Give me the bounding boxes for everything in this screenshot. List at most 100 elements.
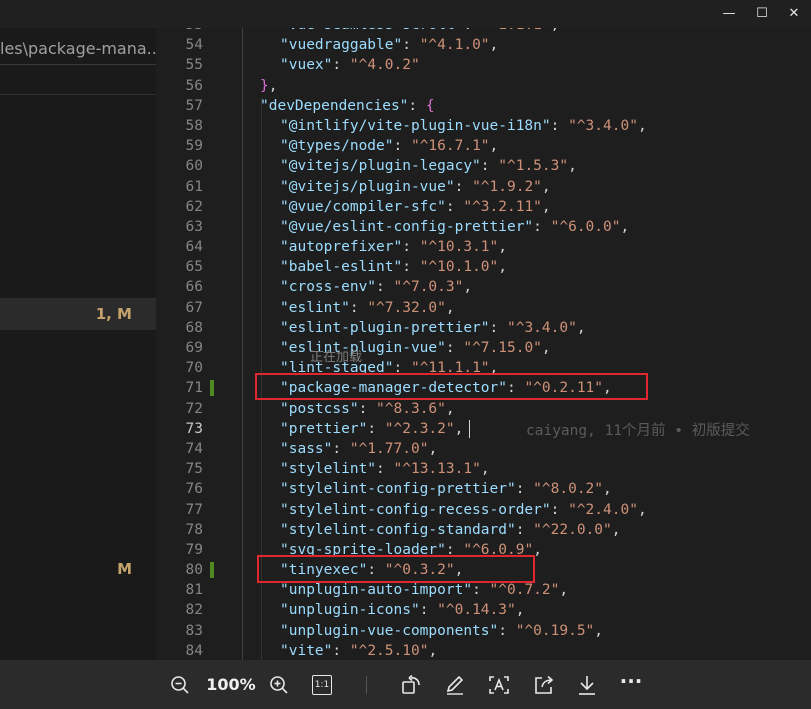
download-icon[interactable]: [574, 672, 600, 698]
json-string: "^3.4.0": [568, 117, 638, 134]
code-line[interactable]: 65 "babel-eslint": "^10.1.0",: [156, 257, 811, 277]
line-number: 59: [185, 138, 203, 155]
code-line[interactable]: 72 "postcss": "^8.3.6",: [156, 399, 811, 419]
code-text: "postcss": "^8.3.6",: [280, 399, 455, 419]
line-number: 77: [185, 501, 203, 518]
json-punctuation: :: [454, 178, 473, 195]
code-line[interactable]: 59 "@types/node": "^16.7.1",: [156, 136, 811, 156]
json-key: "stylelint-config-prettier": [280, 481, 516, 498]
actual-size-icon[interactable]: 1:1: [310, 672, 334, 698]
json-string: "^2.4.0": [568, 501, 638, 518]
json-punctuation: ,: [603, 481, 612, 498]
line-number: 62: [185, 198, 203, 215]
file-path[interactable]: les\package-mana...: [0, 34, 156, 65]
code-text: "unplugin-icons": "^0.14.3",: [280, 600, 524, 620]
divider: [0, 94, 156, 95]
json-string: "^22.0.0": [533, 521, 612, 538]
json-punctuation: :: [349, 299, 368, 316]
code-line[interactable]: 83 "unplugin-vue-components": "^0.19.5",: [156, 621, 811, 641]
json-punctuation: }: [260, 77, 269, 94]
more-icon[interactable]: ···: [616, 671, 646, 698]
json-punctuation: :: [332, 440, 350, 457]
code-line[interactable]: 60 "@vitejs/plugin-legacy": "^1.5.3",: [156, 156, 811, 176]
zoom-out-icon[interactable]: [168, 672, 192, 698]
json-punctuation: :: [515, 481, 534, 498]
json-string: "^7.15.0": [463, 340, 542, 356]
json-punctuation: :: [408, 97, 426, 114]
line-number: 80: [185, 562, 203, 579]
json-punctuation: :: [402, 239, 420, 256]
code-line[interactable]: 56},: [156, 76, 811, 96]
json-string: "^2.3.2": [384, 420, 455, 437]
code-editor[interactable]: 53 "vue-seamless-scroll": "^1.1.1", 54 "vue…: [156, 28, 811, 660]
json-punctuation: ,: [559, 582, 569, 599]
json-punctuation: ,: [463, 279, 473, 296]
line-number: 81: [185, 582, 203, 599]
code-line[interactable]: 77 "stylelint-config-recess-order": "^2.4…: [156, 500, 811, 520]
json-punctuation: :: [445, 340, 464, 356]
maximize-button[interactable]: ☐: [751, 4, 773, 24]
json-key: "devDependencies": [260, 97, 409, 114]
edit-pen-icon[interactable]: [442, 672, 468, 698]
json-string: "^2.5.10": [349, 642, 429, 659]
json-key: "stylelint-config-recess-order": [280, 501, 551, 518]
code-line[interactable]: 84 "vite": "^2.5.10",: [156, 641, 811, 660]
line-number: 78: [185, 521, 203, 538]
json-punctuation: ,: [515, 602, 525, 619]
code-text: },: [260, 76, 277, 96]
json-punctuation: ,: [541, 340, 551, 356]
json-string: "^0.14.3": [437, 602, 516, 619]
zoom-level: 100%: [206, 675, 256, 694]
highlight-box-tinyexec: [257, 555, 535, 583]
json-string: "^1.9.2": [472, 178, 542, 195]
code-text: "vite": "^2.5.10",: [280, 641, 437, 660]
code-line[interactable]: 55 "vuex": "^4.0.2": [156, 55, 811, 75]
line-number: 71: [185, 380, 203, 397]
json-key: "@vue/compiler-sfc": [280, 198, 446, 215]
problem-status-badge: 1, M: [95, 305, 132, 323]
code-line[interactable]: 75 "stylelint": "^13.13.1",: [156, 459, 811, 479]
line-number: 72: [185, 400, 203, 417]
json-punctuation: :: [419, 602, 438, 619]
minimize-button[interactable]: —: [718, 4, 740, 24]
code-line[interactable]: 58 "@intlify/vite-plugin-vue-i18n": "^3.4…: [156, 116, 811, 136]
git-blame-annotation: caiyang, 11个月前 • 初版提交: [526, 423, 750, 439]
code-text: "sass": "^1.77.0",: [280, 439, 437, 459]
json-punctuation: ,: [268, 77, 278, 94]
actual-size-label: 1:1: [312, 675, 332, 695]
json-punctuation: :: [376, 461, 394, 478]
json-key: "stylelint": [280, 461, 377, 478]
code-line[interactable]: 78 "stylelint-config-standard": "^22.0.0"…: [156, 520, 811, 540]
rotate-icon[interactable]: [398, 672, 424, 698]
code-line[interactable]: 53 "vue-seamless-scroll": "^1.1.1",: [156, 28, 811, 35]
code-line[interactable]: 61 "@vitejs/plugin-vue": "^1.9.2",: [156, 177, 811, 197]
selected-file-row[interactable]: [0, 298, 156, 330]
json-punctuation: {: [425, 97, 435, 114]
zoom-in-icon[interactable]: [267, 672, 291, 698]
text-select-icon[interactable]: [486, 672, 512, 698]
json-string: "^7.32.0": [367, 299, 446, 316]
line-number: 53: [156, 28, 203, 35]
code-line[interactable]: 81 "unplugin-auto-import": "^0.7.2",: [156, 580, 811, 600]
code-line[interactable]: 57 "devDependencies": {: [156, 96, 811, 116]
line-number: 83: [185, 622, 203, 639]
code-line[interactable]: 62 "@vue/compiler-sfc": "^3.2.11",: [156, 197, 811, 217]
code-line[interactable]: 74 "sass": "^1.77.0",: [156, 439, 811, 459]
code-line[interactable]: 67 "eslint": "^7.32.0",: [156, 298, 811, 318]
code-line[interactable]: 68 "eslint-plugin-prettier": "^3.4.0",: [156, 318, 811, 338]
json-punctuation: :: [463, 28, 480, 33]
code-line[interactable]: 76 "stylelint-config-prettier": "^8.0.2",: [156, 479, 811, 499]
code-line[interactable]: 64 "autoprefixer": "^10.3.1",: [156, 237, 811, 257]
divider: [366, 676, 367, 694]
json-string: "^3.2.11": [463, 198, 542, 215]
close-button[interactable]: ✕: [783, 4, 805, 24]
share-icon[interactable]: [531, 672, 557, 698]
json-punctuation: :: [472, 582, 490, 599]
json-key: "sass": [280, 440, 333, 457]
json-punctuation: :: [515, 521, 534, 538]
code-line[interactable]: 63 "@vue/eslint-config-prettier": "^6.0.0…: [156, 217, 811, 237]
code-line[interactable]: 82 "unplugin-icons": "^0.14.3",: [156, 600, 811, 620]
code-line[interactable]: 54 "vuedraggable": "^4.1.0",: [156, 35, 811, 55]
code-line[interactable]: 66 "cross-env": "^7.0.3",: [156, 277, 811, 297]
code-line[interactable]: 69 "eslint-plugin-vue": "^7.15.0",: [156, 338, 811, 358]
